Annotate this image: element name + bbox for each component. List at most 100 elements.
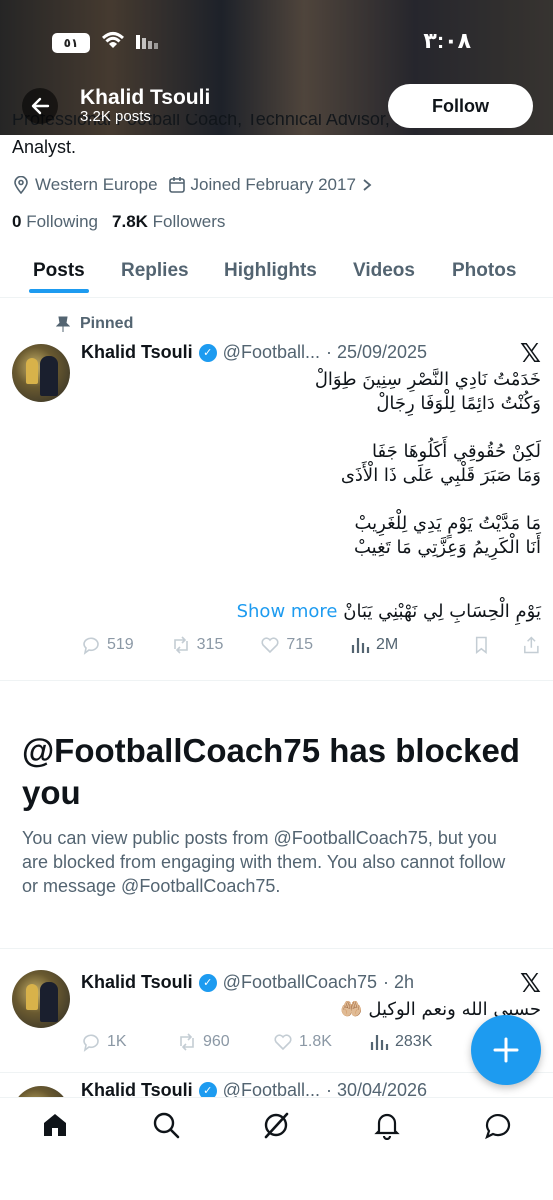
compose-post-button[interactable] [471,1015,541,1085]
profile-name: Khalid Tsouli [80,86,211,109]
followers-link[interactable]: 7.8K Followers [112,212,225,232]
reply-button[interactable]: 519 [81,635,171,655]
author-name[interactable]: Khalid Tsouli [81,1080,193,1098]
divider [0,948,553,949]
post-item[interactable]: Khalid Tsouli ✓ @Football... · 30/04/202… [0,1074,553,1098]
calendar-icon [168,177,185,193]
verified-icon: ✓ [198,1081,217,1098]
bell-icon[interactable] [372,1110,402,1140]
author-name[interactable]: Khalid Tsouli [81,972,193,993]
signal-icon [136,31,160,54]
like-button[interactable]: 715 [260,635,350,655]
wifi-icon [100,30,126,55]
author-handle: @FootballCoach75 [222,972,378,992]
post-header: Khalid Tsouli ✓ @FootballCoach75 · 2h [81,972,414,993]
post-item[interactable]: Khalid Tsouli ✓ @FootballCoach75 · 2h 𝕏 … [0,950,553,1072]
post-date: · 25/09/2025 [325,342,428,362]
tab-videos[interactable]: Videos [353,250,415,292]
followers-count: 7.8K [112,212,148,231]
divider [0,680,553,681]
post-text-last: Show more يَوْمِ الْحِسَابِ لِي نَهْبْنِ… [237,600,541,624]
verified-icon: ✓ [198,973,217,992]
like-button[interactable]: 1.8K [273,1032,369,1052]
chevron-right-icon [363,179,372,191]
heart-icon [274,1034,292,1051]
view-count: 283K [395,1033,433,1050]
pinned-post[interactable]: Pinned Khalid Tsouli ✓ @Football... · 25… [0,300,553,680]
messages-icon[interactable] [483,1110,513,1140]
x-logo-icon: 𝕏 [520,968,541,998]
grok-icon[interactable] [261,1110,291,1140]
post-header: Khalid Tsouli ✓ @Football... · 30/04/202… [81,1080,427,1098]
following-count: 0 [12,212,22,231]
follow-button[interactable]: Follow [388,84,533,128]
post-time: · 2h [383,972,415,992]
reply-button[interactable]: 1K [81,1032,177,1052]
battery-level: ٥١ [63,35,79,50]
repost-button[interactable]: 960 [177,1032,273,1052]
author-handle: @Football... [222,1080,320,1098]
profile-banner: ٥١ ٣:٠٨ Khalid Tsouli 3.2K posts Follow [0,0,553,135]
tab-highlights[interactable]: Highlights [224,250,317,292]
repost-button[interactable]: 315 [171,635,261,655]
arrow-left-icon [31,97,50,115]
home-icon[interactable] [40,1110,70,1140]
repost-count: 315 [196,636,224,653]
location-text: Western Europe [35,175,158,194]
author-handle: @Football... [222,342,320,362]
following-label: Following [26,212,99,231]
plus-icon [493,1037,519,1063]
post-count: 3.2K posts [80,108,151,125]
bio-line: Analyst. [12,137,77,157]
heart-icon [261,637,279,654]
location-icon [14,176,28,194]
views-button[interactable]: 283K [369,1032,465,1052]
joined-text: Joined February 2017 [190,175,356,194]
bookmark-icon[interactable] [472,635,491,655]
joined-item[interactable]: Joined February 2017 [168,175,373,195]
follow-stats: 0 Following 7.8K Followers [12,212,225,232]
reply-count: 1K [107,1033,127,1050]
profile-tabs: Posts Replies Highlights Videos Photos [0,250,553,298]
verified-icon: ✓ [198,343,217,362]
view-count: 2M [375,636,399,653]
repost-icon [180,1033,194,1051]
post-last-line: يَوْمِ الْحِسَابِ لِي نَهْبْنِي يَبَانْ [343,601,541,622]
pin-icon [56,316,70,332]
author-name[interactable]: Khalid Tsouli [81,342,193,363]
tab-photos[interactable]: Photos [452,250,516,292]
tab-posts[interactable]: Posts [29,250,89,293]
blocked-text: You can view public posts from @Football… [22,828,506,896]
show-more-link[interactable]: Show more [237,601,338,622]
pinned-label: Pinned [80,315,134,332]
views-button[interactable]: 2M [350,635,440,655]
post-text: خَدَمْتُ نَادِي النَّصْرِ سِنِينَ طِوَال… [314,369,541,558]
analytics-icon [370,1035,389,1050]
avatar[interactable] [12,344,70,402]
analytics-icon [351,638,370,653]
tab-replies[interactable]: Replies [121,250,189,292]
bottom-navigation [0,1097,553,1200]
followers-label: Followers [152,212,226,231]
post-header: Khalid Tsouli ✓ @Football... · 25/09/202… [81,342,427,363]
battery-icon: ٥١ [52,32,90,53]
reply-count: 519 [107,636,134,653]
avatar[interactable] [12,970,70,1028]
share-icon[interactable] [522,635,541,655]
like-count: 1.8K [299,1033,332,1050]
search-icon[interactable] [151,1110,181,1140]
like-count: 715 [286,636,314,653]
following-link[interactable]: 0 Following [12,212,98,232]
repost-count: 960 [203,1033,230,1050]
profile-meta: Western Europe Joined February 2017 [12,175,373,195]
post-date: · 30/04/2026 [325,1080,428,1098]
back-button[interactable] [22,88,58,124]
blocked-title: @FootballCoach75 has blocked you [22,732,520,811]
reply-icon [83,637,99,655]
post-actions: 519 315 715 2M [81,635,541,655]
status-bar: ٥١ ٣:٠٨ [0,0,553,80]
pinned-indicator: Pinned [56,315,133,333]
status-time: ٣:٠٨ [423,28,471,53]
repost-icon [173,636,188,654]
location-item: Western Europe [12,175,158,195]
